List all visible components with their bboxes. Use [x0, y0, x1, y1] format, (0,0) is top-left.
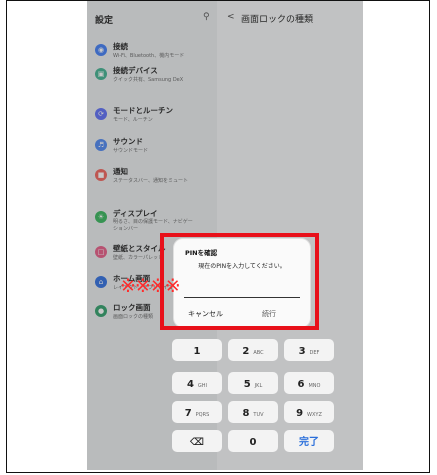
key-number: 3 [298, 346, 306, 357]
key-number: 1 [193, 346, 201, 357]
backspace-icon: ⌫ [189, 437, 205, 448]
key-letters: PQRS [195, 412, 210, 418]
key-6[interactable]: 6 MNO [284, 372, 334, 394]
key-letters: TUV [253, 412, 264, 418]
key-letters: DEF [309, 350, 320, 356]
key-letters: ABC [253, 350, 264, 356]
key-number: 2 [242, 346, 250, 357]
key-number: 6 [297, 379, 305, 390]
key-number: 9 [296, 408, 304, 419]
key-letters: WXYZ [307, 412, 322, 418]
key-letters: MNO [308, 383, 321, 389]
key-8[interactable]: 8 TUV [228, 401, 278, 423]
backspace-key[interactable]: ⌫ [172, 430, 222, 452]
key-number: 5 [243, 379, 251, 390]
key-9[interactable]: 9 WXYZ [284, 401, 334, 423]
key-5[interactable]: 5 JKL [228, 372, 278, 394]
key-0[interactable]: 0 [228, 430, 278, 452]
key-letters: JKL [254, 383, 263, 389]
key-4[interactable]: 4 GHI [172, 372, 222, 394]
done-label: 完了 [299, 437, 319, 448]
key-3[interactable]: 3 DEF [284, 339, 334, 361]
key-7[interactable]: 7 PQRS [172, 401, 222, 423]
key-number: 7 [184, 408, 192, 419]
done-key[interactable]: 完了 [284, 430, 334, 452]
key-letters: GHI [197, 383, 208, 389]
highlight-box [160, 233, 319, 330]
key-number: 0 [249, 437, 257, 448]
key-1[interactable]: 1 [172, 339, 222, 361]
key-number: 8 [242, 408, 250, 419]
key-2[interactable]: 2 ABC [228, 339, 278, 361]
key-number: 4 [186, 379, 194, 390]
